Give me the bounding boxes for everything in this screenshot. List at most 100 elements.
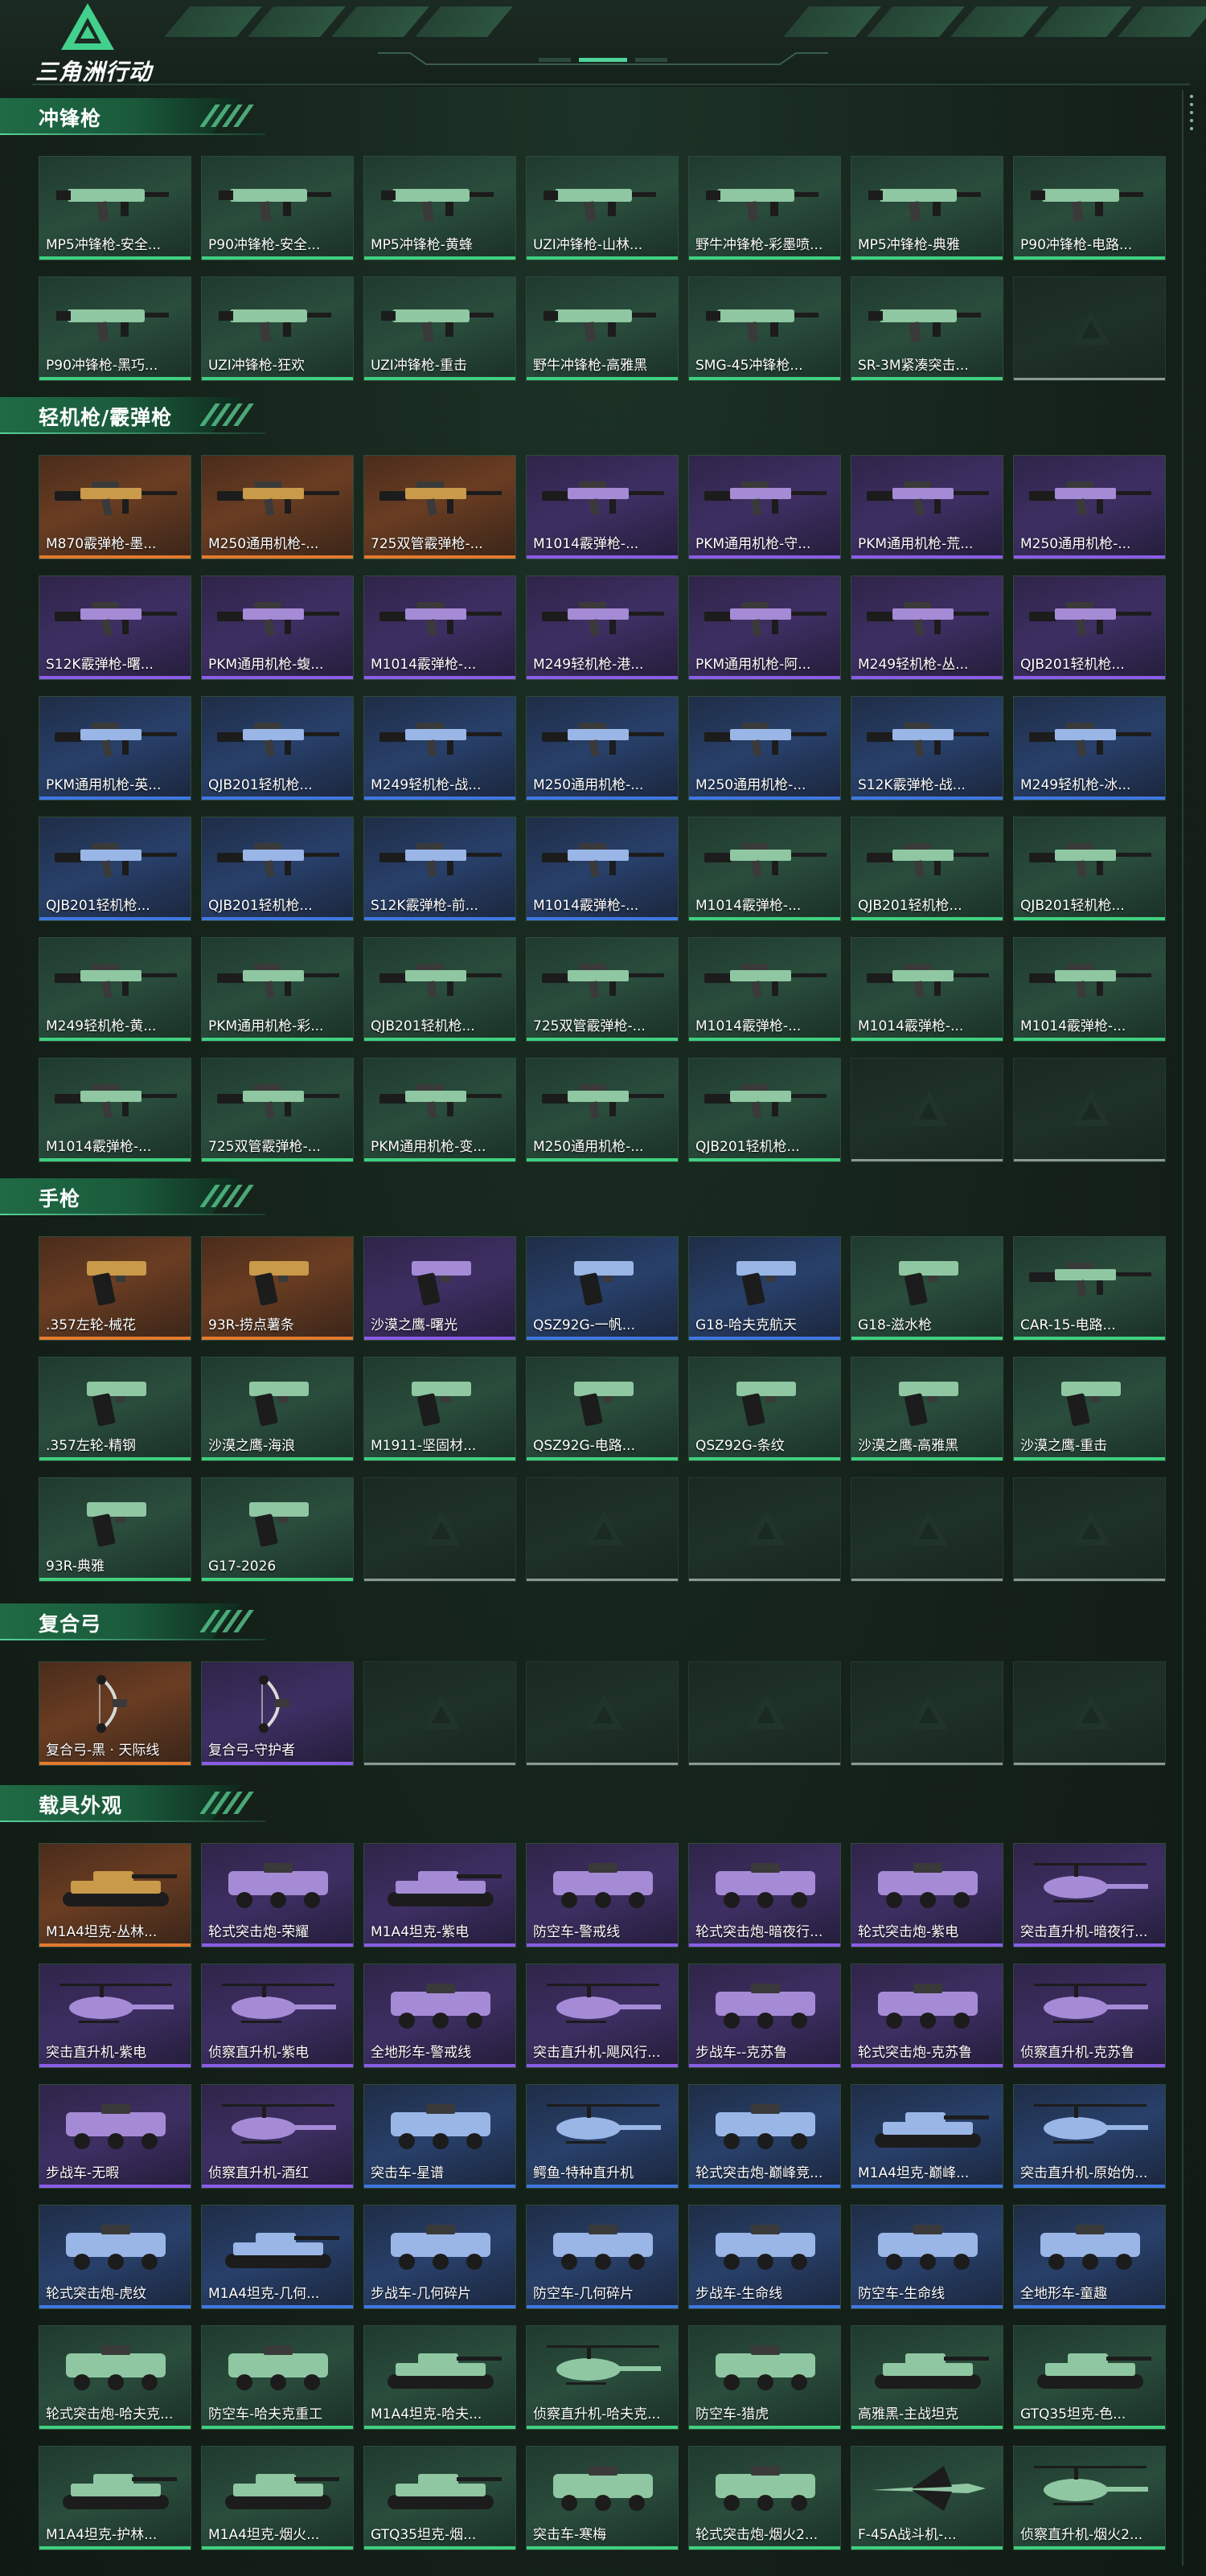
skin-card[interactable]: UZI冲锋枪-重击 [363, 276, 516, 381]
skin-card[interactable]: G18-滋水枪 [851, 1236, 1003, 1341]
scroll-indicator[interactable] [1188, 90, 1195, 138]
skin-card[interactable]: 复合弓-黑 · 天际线 [39, 1661, 191, 1766]
skin-card[interactable]: M249轻机枪-港... [526, 575, 679, 680]
skin-card[interactable]: 野牛冲锋枪-高雅黑 [526, 276, 679, 381]
skin-card[interactable]: 防空车-几何碎片 [526, 2205, 679, 2309]
skin-card[interactable]: 步战车--克苏鲁 [688, 1964, 841, 2068]
skin-card[interactable]: 突击车-星谱 [363, 2084, 516, 2189]
skin-card[interactable]: M250通用机枪-... [1013, 455, 1166, 559]
skin-card[interactable]: 防空车-哈夫克重工 [201, 2325, 354, 2430]
skin-card[interactable]: M1014霰弹枪-... [688, 937, 841, 1042]
skin-card[interactable]: 沙漠之鹰-海浪 [201, 1357, 354, 1461]
skin-card[interactable]: QJB201轻机枪... [201, 696, 354, 801]
skin-card[interactable]: P90冲锋枪-电路... [1013, 156, 1166, 260]
skin-card[interactable]: 突击直升机-原始伪... [1013, 2084, 1166, 2189]
skin-card[interactable]: M250通用机枪-... [526, 1058, 679, 1162]
skin-card[interactable]: PKM通用机枪-彩... [201, 937, 354, 1042]
skin-card[interactable]: 沙漠之鹰-曙光 [363, 1236, 516, 1341]
skin-card[interactable]: MP5冲锋枪-黄蜂 [363, 156, 516, 260]
skin-card[interactable]: 步战车-生命线 [688, 2205, 841, 2309]
skin-card[interactable]: 沙漠之鹰-高雅黑 [851, 1357, 1003, 1461]
skin-card[interactable]: 高雅黑-主战坦克 [851, 2325, 1003, 2430]
skin-card[interactable]: 侦察直升机-紫电 [201, 1964, 354, 2068]
skin-card[interactable]: 步战车-无暇 [39, 2084, 191, 2189]
skin-card[interactable]: 轮式突击炮-虎纹 [39, 2205, 191, 2309]
skin-card[interactable]: 725双管霰弹枪-... [201, 1058, 354, 1162]
skin-card[interactable]: MP5冲锋枪-典雅 [851, 156, 1003, 260]
skin-card[interactable]: QJB201轻机枪... [201, 817, 354, 921]
skin-card[interactable]: M1014霰弹枪-... [1013, 937, 1166, 1042]
skin-card[interactable]: GTQ35坦克-烟... [363, 2446, 516, 2550]
skin-card[interactable]: PKM通用机枪-变... [363, 1058, 516, 1162]
skin-card[interactable]: QSZ92G-电路... [526, 1357, 679, 1461]
skin-card[interactable]: M1911-坚固材... [363, 1357, 516, 1461]
skin-card[interactable]: M250通用机枪-... [688, 696, 841, 801]
skin-card[interactable]: 93R-捞点薯条 [201, 1236, 354, 1341]
skin-card[interactable]: PKM通用机枪-蝮... [201, 575, 354, 680]
skin-card[interactable]: M1A4坦克-护林... [39, 2446, 191, 2550]
skin-card[interactable]: 轮式突击炮-哈夫克... [39, 2325, 191, 2430]
skin-card[interactable]: M1A4坦克-哈夫... [363, 2325, 516, 2430]
skin-card[interactable]: 步战车-几何碎片 [363, 2205, 516, 2309]
skin-card[interactable]: 复合弓-守护者 [201, 1661, 354, 1766]
skin-card[interactable]: M1014霰弹枪-... [851, 937, 1003, 1042]
skin-card[interactable]: QJB201轻机枪... [1013, 575, 1166, 680]
skin-card[interactable]: 防空车-猎虎 [688, 2325, 841, 2430]
skin-card[interactable]: 轮式突击炮-烟火2... [688, 2446, 841, 2550]
skin-card[interactable]: UZI冲锋枪-山林... [526, 156, 679, 260]
skin-card[interactable]: MP5冲锋枪-安全... [39, 156, 191, 260]
skin-card[interactable]: 侦察直升机-哈夫克... [526, 2325, 679, 2430]
skin-card[interactable]: QJB201轻机枪... [39, 817, 191, 921]
skin-card[interactable]: M1014霰弹枪-... [39, 1058, 191, 1162]
skin-card[interactable]: F-45A战斗机-... [851, 2446, 1003, 2550]
skin-card[interactable]: QSZ92G-一帆... [526, 1236, 679, 1341]
skin-card[interactable]: 鳄鱼-特种直升机 [526, 2084, 679, 2189]
skin-card[interactable]: M1A4坦克-几何... [201, 2205, 354, 2309]
skin-card[interactable]: S12K霰弹枪-曙... [39, 575, 191, 680]
skin-card[interactable]: 突击直升机-暗夜行... [1013, 1843, 1166, 1947]
skin-card[interactable]: M1A4坦克-烟火... [201, 2446, 354, 2550]
skin-card[interactable]: P90冲锋枪-黑巧... [39, 276, 191, 381]
skin-card[interactable]: GTQ35坦克-色... [1013, 2325, 1166, 2430]
skin-card[interactable]: S12K霰弹枪-战... [851, 696, 1003, 801]
skin-card[interactable]: .357左轮-精钢 [39, 1357, 191, 1461]
skin-card[interactable]: M250通用机枪-... [526, 696, 679, 801]
skin-card[interactable]: 侦察直升机-克苏鲁 [1013, 1964, 1166, 2068]
skin-card[interactable]: M250通用机枪-... [201, 455, 354, 559]
skin-card[interactable]: M1A4坦克-丛林... [39, 1843, 191, 1947]
skin-card[interactable]: P90冲锋枪-安全... [201, 156, 354, 260]
skin-card[interactable]: G17-2026 [201, 1477, 354, 1582]
skin-card[interactable]: SMG-45冲锋枪... [688, 276, 841, 381]
skin-card[interactable]: M249轻机枪-丛... [851, 575, 1003, 680]
skin-card[interactable]: M1014霰弹枪-... [526, 455, 679, 559]
skin-card[interactable]: QJB201轻机枪... [363, 937, 516, 1042]
skin-card[interactable]: M870霰弹枪-墨... [39, 455, 191, 559]
skin-card[interactable]: 轮式突击炮-荣耀 [201, 1843, 354, 1947]
skin-card[interactable]: 轮式突击炮-暗夜行... [688, 1843, 841, 1947]
skin-card[interactable]: M1A4坦克-巅峰... [851, 2084, 1003, 2189]
skin-card[interactable]: 轮式突击炮-克苏鲁 [851, 1964, 1003, 2068]
skin-card[interactable]: PKM通用机枪-阿... [688, 575, 841, 680]
skin-card[interactable]: 轮式突击炮-紫电 [851, 1843, 1003, 1947]
skin-card[interactable]: 野牛冲锋枪-彩墨喷... [688, 156, 841, 260]
skin-card[interactable]: 全地形车-警戒线 [363, 1964, 516, 2068]
skin-card[interactable]: M1A4坦克-紫电 [363, 1843, 516, 1947]
skin-card[interactable]: S12K霰弹枪-前... [363, 817, 516, 921]
skin-card[interactable]: M249轻机枪-冰... [1013, 696, 1166, 801]
skin-card[interactable]: 侦察直升机-烟火2... [1013, 2446, 1166, 2550]
skin-card[interactable]: M1014霰弹枪-... [526, 817, 679, 921]
skin-card[interactable]: .357左轮-械花 [39, 1236, 191, 1341]
skin-card[interactable]: PKM通用机枪-守... [688, 455, 841, 559]
skin-card[interactable]: M1014霰弹枪-... [363, 575, 516, 680]
skin-card[interactable]: M1014霰弹枪-... [688, 817, 841, 921]
skin-card[interactable]: 侦察直升机-酒红 [201, 2084, 354, 2189]
skin-card[interactable]: 全地形车-童趣 [1013, 2205, 1166, 2309]
skin-card[interactable]: 93R-典雅 [39, 1477, 191, 1582]
skin-card[interactable]: M249轻机枪-黄... [39, 937, 191, 1042]
skin-card[interactable]: 轮式突击炮-巅峰竞... [688, 2084, 841, 2189]
skin-card[interactable]: M249轻机枪-战... [363, 696, 516, 801]
skin-card[interactable]: SR-3M紧凑突击... [851, 276, 1003, 381]
skin-card[interactable]: 突击车-寒梅 [526, 2446, 679, 2550]
skin-card[interactable]: 725双管霰弹枪-... [526, 937, 679, 1042]
skin-card[interactable]: G18-哈夫克航天 [688, 1236, 841, 1341]
